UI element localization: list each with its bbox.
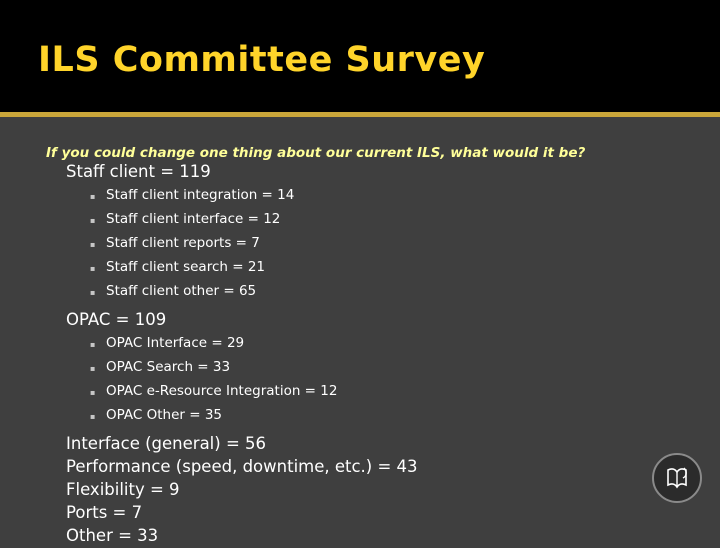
list-item-label: Interface (general) = 56	[66, 434, 267, 453]
list-item: ▪ Staff client interface = 12	[90, 208, 720, 232]
small-square-bullet-icon: ▪	[90, 364, 96, 373]
list-item: Interface (general) = 56	[46, 433, 720, 456]
list-item: ▪ OPAC Other = 35	[90, 404, 720, 428]
list-item-label: Staff client = 119	[66, 162, 211, 181]
square-bullet-icon	[46, 163, 66, 184]
list-item-label: Staff client search = 21	[106, 259, 266, 275]
list-item-label: Performance (speed, downtime, etc.) = 43	[66, 457, 418, 476]
list-item: ▪ Staff client integration = 14	[90, 184, 720, 208]
list-item-label: Staff client other = 65	[106, 283, 257, 299]
square-bullet-icon	[46, 481, 66, 502]
square-bullet-icon	[46, 435, 66, 456]
list-item: ▪ OPAC Interface = 29	[90, 332, 720, 356]
list-item-label: OPAC Search = 33	[106, 359, 231, 375]
list-item-label: OPAC Other = 35	[106, 407, 223, 423]
square-bullet-icon	[46, 527, 66, 548]
slide-body: If you could change one thing about our …	[0, 117, 720, 545]
list-item-label: OPAC e-Resource Integration = 12	[106, 383, 338, 399]
list-item: Ports = 7	[46, 502, 720, 525]
list-item-label: OPAC Interface = 29	[106, 335, 245, 351]
survey-question: If you could change one thing about our …	[46, 145, 586, 161]
small-square-bullet-icon: ▪	[90, 388, 96, 397]
list-item: ▪ OPAC e-Resource Integration = 12	[90, 380, 720, 404]
list-item: Other = 33	[46, 525, 720, 548]
list-item: Staff client = 119	[46, 161, 720, 184]
book-logo-icon	[667, 467, 687, 489]
list-item-label: Flexibility = 9	[66, 480, 180, 499]
list-item: OPAC = 109	[46, 309, 720, 332]
list-item-label: OPAC = 109	[66, 310, 167, 329]
small-square-bullet-icon: ▪	[90, 288, 96, 297]
small-square-bullet-icon: ▪	[90, 340, 96, 349]
list-item-label: Staff client integration = 14	[106, 187, 295, 203]
list-item-label: Staff client reports = 7	[106, 235, 260, 251]
list-item: ▪ Staff client search = 21	[90, 256, 720, 280]
square-bullet-icon	[46, 458, 66, 479]
small-square-bullet-icon: ▪	[90, 412, 96, 421]
organization-logo	[652, 453, 702, 503]
small-square-bullet-icon: ▪	[90, 264, 96, 273]
small-square-bullet-icon: ▪	[90, 216, 96, 225]
small-square-bullet-icon: ▪	[90, 192, 96, 201]
list-item: Flexibility = 9	[46, 479, 720, 502]
square-bullet-icon	[46, 504, 66, 525]
page-title: ILS Committee Survey	[38, 40, 486, 80]
list-item-label: Ports = 7	[66, 503, 143, 522]
list-item-label: Other = 33	[66, 526, 159, 545]
answer-list: Staff client = 119 ▪ Staff client integr…	[0, 161, 720, 548]
list-item: ▪ OPAC Search = 33	[90, 356, 720, 380]
list-item: ▪ Staff client other = 65	[90, 280, 720, 304]
list-item: Performance (speed, downtime, etc.) = 43	[46, 456, 720, 479]
slide: ILS Committee Survey If you could change…	[0, 0, 720, 545]
square-bullet-icon	[46, 311, 66, 332]
list-item-label: Staff client interface = 12	[106, 211, 281, 227]
list-item: ▪ Staff client reports = 7	[90, 232, 720, 256]
small-square-bullet-icon: ▪	[90, 240, 96, 249]
